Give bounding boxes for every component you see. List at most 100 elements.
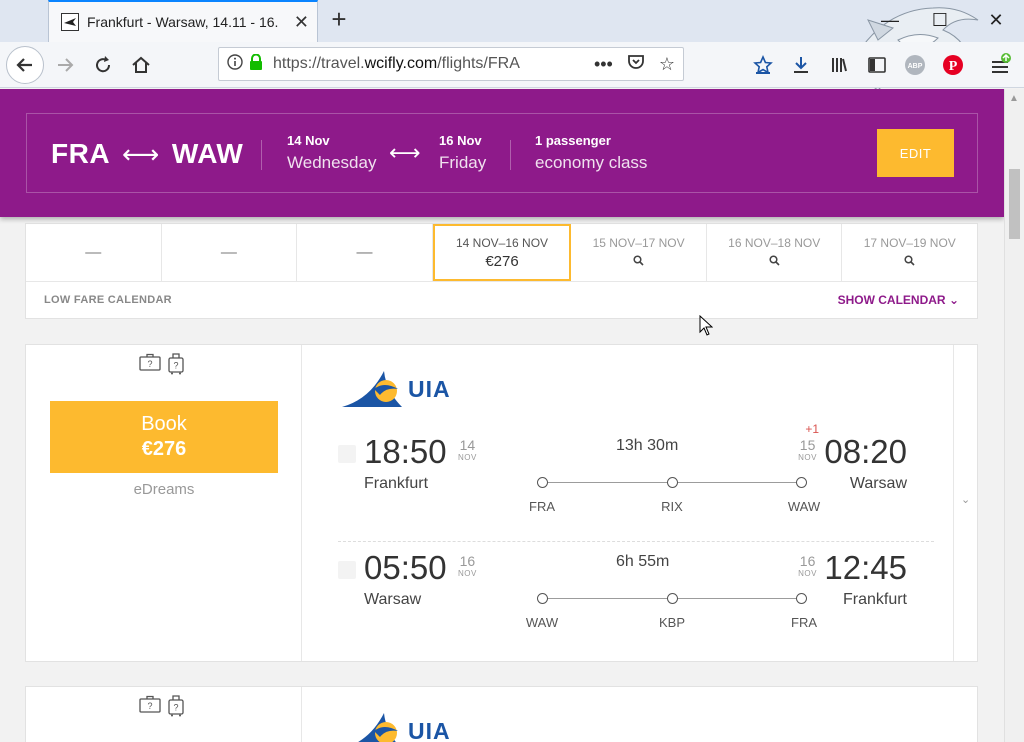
- arrival-date: 15 NOV: [798, 437, 817, 462]
- airport-code: WAW: [787, 499, 821, 514]
- airport-code: RIX: [661, 499, 683, 514]
- new-tab-button[interactable]: +: [328, 6, 350, 33]
- svg-text:ABP: ABP: [908, 63, 923, 70]
- calendar-cell-dates: 15 NOV–17 NOV: [592, 236, 685, 250]
- arrival-city: Warsaw: [849, 475, 907, 492]
- flight-result-card: ? ? UIA: [25, 686, 978, 742]
- calendar-cell-dates: 14 NOV–16 NOV: [456, 235, 549, 250]
- svg-text:P: P: [949, 59, 958, 74]
- page-scrollbar[interactable]: ▲: [1004, 89, 1024, 742]
- svg-text:?: ?: [147, 701, 152, 711]
- info-icon[interactable]: [227, 53, 243, 75]
- window-close-icon[interactable]: ✕: [986, 10, 1006, 31]
- stop-marker: [537, 593, 548, 604]
- svg-text:?: ?: [173, 703, 178, 713]
- destination-code: WAW: [171, 138, 244, 169]
- departure-time: 18:50: [364, 433, 447, 470]
- departure-date: 16 NOV: [458, 553, 477, 578]
- divider: [510, 140, 511, 170]
- calendar-cell-selected[interactable]: 14 NOV–16 NOV €276: [432, 224, 572, 281]
- calendar-cell[interactable]: —: [26, 224, 162, 281]
- address-bar[interactable]: https://travel.wcifly.com/flights/FRA ••…: [218, 47, 684, 81]
- downloads-icon[interactable]: [786, 50, 816, 80]
- maximize-icon[interactable]: ☐: [930, 10, 950, 31]
- show-calendar-link[interactable]: SHOW CALENDAR ⌄: [838, 293, 959, 307]
- passenger-count: 1 passenger: [535, 133, 611, 148]
- reading-list-star-icon[interactable]: [748, 50, 778, 80]
- home-icon[interactable]: [126, 50, 156, 80]
- calendar-cell[interactable]: 17 NOV–19 NOV: [842, 224, 977, 281]
- leg-select-checkbox[interactable]: [338, 561, 356, 579]
- depart-date: 14 Nov: [287, 133, 330, 148]
- departure-time: 05:50: [364, 549, 447, 586]
- calendar-cell-dates: 16 NOV–18 NOV: [728, 236, 821, 250]
- booking-panel: ? ? Book €276 eDreams: [26, 345, 302, 661]
- minimize-icon[interactable]: —: [880, 10, 900, 31]
- airplane-favicon-icon: [61, 13, 79, 31]
- forward-button[interactable]: [50, 50, 80, 80]
- pinterest-icon[interactable]: P: [938, 50, 968, 80]
- edit-search-button[interactable]: EDIT: [877, 129, 954, 177]
- calendar-cell[interactable]: 16 NOV–18 NOV: [707, 224, 843, 281]
- chevron-down-icon: ⌄: [948, 293, 959, 307]
- svg-text:?: ?: [147, 359, 152, 369]
- scrollbar-thumb[interactable]: [1009, 169, 1020, 239]
- airport-code: FRA: [791, 615, 817, 630]
- stop-marker: [667, 593, 678, 604]
- search-icon: [633, 255, 644, 269]
- bookmark-star-icon[interactable]: ☆: [659, 54, 675, 75]
- arrival-time: 08:20: [824, 433, 907, 470]
- arrival-date: 16 NOV: [798, 553, 817, 578]
- book-button[interactable]: Book €276: [50, 401, 278, 473]
- search-summary: FRA ⟷ WAW 14 Nov Wednesday ⟷ 16 Nov Frid…: [26, 113, 978, 193]
- flight-duration: 6h 55m: [616, 553, 670, 570]
- airport-code: WAW: [525, 615, 559, 630]
- flight-duration: 13h 30m: [616, 437, 679, 454]
- url-text[interactable]: https://travel.wcifly.com/flights/FRA: [273, 55, 580, 73]
- calendar-cell[interactable]: —: [297, 224, 433, 281]
- route: FRA ⟷ WAW: [51, 138, 243, 170]
- reload-icon[interactable]: [88, 50, 118, 80]
- leg-select-checkbox[interactable]: [338, 445, 356, 463]
- chevron-down-icon: ⌄: [961, 494, 971, 506]
- browser-tab[interactable]: Frankfurt - Warsaw, 14.11 - 16. ✕: [48, 0, 318, 42]
- booking-provider[interactable]: eDreams: [26, 481, 302, 498]
- checked-bag-unknown-icon: ?: [139, 695, 161, 722]
- sidebar-icon[interactable]: [862, 50, 892, 80]
- arrival-city: Frankfurt: [842, 591, 907, 608]
- departure-date: 14 NOV: [458, 437, 477, 462]
- stop-marker: [537, 477, 548, 488]
- calendar-cell[interactable]: 15 NOV–17 NOV: [571, 224, 707, 281]
- calendar-cell-price: €276: [485, 252, 519, 270]
- page-actions-icon[interactable]: •••: [594, 54, 613, 75]
- search-summary-bar: FRA ⟷ WAW 14 Nov Wednesday ⟷ 16 Nov Frid…: [0, 89, 1004, 217]
- uia-logo-icon: [358, 713, 398, 742]
- departure-city: Warsaw: [364, 591, 422, 608]
- scroll-up-icon[interactable]: ▲: [1009, 93, 1019, 104]
- arrival-time: 12:45: [824, 549, 907, 586]
- baggage-info: ? ?: [139, 695, 185, 722]
- book-label: Book: [141, 413, 187, 435]
- cabin-bag-unknown-icon: ?: [167, 353, 185, 380]
- booking-panel: ? ?: [26, 687, 302, 742]
- return-leg: 05:50 16 NOV Warsaw 6h 55m WAW KBP FRA 1…: [302, 545, 955, 655]
- tab-close-icon[interactable]: ✕: [294, 12, 309, 33]
- calendar-cell-dates: 17 NOV–19 NOV: [863, 236, 956, 250]
- library-icon[interactable]: [824, 50, 854, 80]
- stop-marker: [796, 477, 807, 488]
- return-date: 16 Nov: [439, 133, 482, 148]
- search-icon: [904, 255, 915, 269]
- calendar-strip: — — — 14 NOV–16 NOV €276 15 NOV–17 NOV 1…: [26, 224, 977, 282]
- calendar-cell[interactable]: —: [162, 224, 298, 281]
- navigation-bar: https://travel.wcifly.com/flights/FRA ••…: [0, 42, 1024, 88]
- back-button[interactable]: [6, 46, 44, 84]
- svg-text:?: ?: [173, 361, 178, 371]
- uia-logo-icon: [342, 371, 402, 407]
- round-trip-arrow-icon: ⟷: [122, 138, 160, 169]
- pocket-icon[interactable]: [627, 54, 645, 75]
- adblock-plus-icon[interactable]: ABP: [900, 50, 930, 80]
- menu-icon[interactable]: [986, 50, 1016, 80]
- airline-logo: UIA: [340, 711, 451, 742]
- low-fare-calendar-label: LOW FARE CALENDAR: [44, 294, 172, 306]
- expand-details-toggle[interactable]: ⌄: [953, 345, 977, 661]
